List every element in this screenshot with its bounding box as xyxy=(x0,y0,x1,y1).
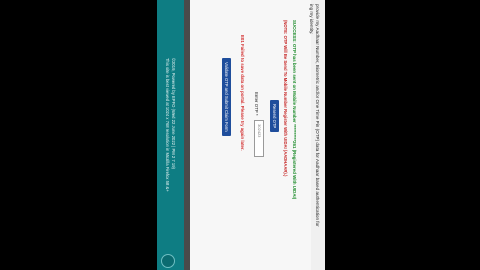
success-message: SUCCESS: OTP has been sent on Mobile Num… xyxy=(292,20,297,200)
error-message: E01 Failed to save data on portal. Pleas… xyxy=(240,35,245,151)
consent-text: provide my Aadhaar Number, Biometric and… xyxy=(309,4,321,227)
resend-otp-button[interactable]: Resend OTP xyxy=(270,100,279,133)
resend-otp-wrap: Resend OTP xyxy=(268,100,286,133)
footer-text: ©2019, Powered by EPFO (Wed 22 June 2022… xyxy=(164,58,176,192)
otp-row: Enter OTP * 302423 xyxy=(250,92,268,158)
footer-resolution-note: This site is best viewed at 1024 x 768 r… xyxy=(165,58,170,192)
chat-widget-icon[interactable] xyxy=(161,254,175,268)
footer-copyright: ©2019, Powered by EPFO (Wed 22 June 2022… xyxy=(171,58,176,169)
black-bar-left xyxy=(0,0,157,270)
otp-input[interactable]: 302423 xyxy=(254,120,265,158)
otp-note: (NOTE: OTP Will Be Send To Mobile Number… xyxy=(283,20,288,177)
validate-wrap: Validate OTP and Submit Claim Form xyxy=(220,58,238,136)
otp-label: Enter OTP * xyxy=(254,92,259,116)
validate-otp-submit-button[interactable]: Validate OTP and Submit Claim Form xyxy=(222,58,231,136)
consent-line-1: provide my Aadhaar Number, Biometric and… xyxy=(315,4,320,227)
black-bar-right xyxy=(325,0,480,270)
